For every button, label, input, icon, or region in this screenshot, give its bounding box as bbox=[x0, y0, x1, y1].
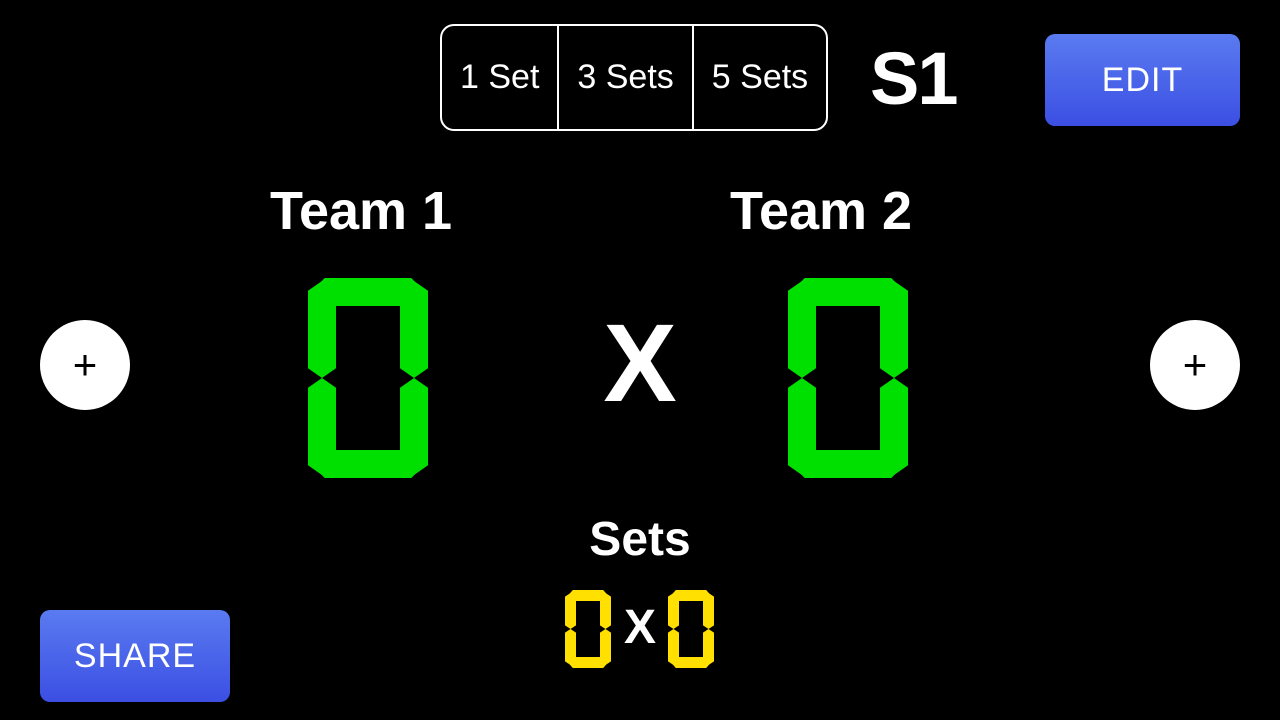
current-set-indicator: S1 bbox=[870, 36, 957, 121]
sets-option-5[interactable]: 5 Sets bbox=[692, 26, 826, 129]
scoreboard-root: { "header": { "set_options": ["1 Set", "… bbox=[0, 0, 1280, 720]
score-separator: X bbox=[0, 300, 1280, 427]
team2-score-digit: 0 bbox=[788, 278, 908, 478]
team2-sets-digit: 0 bbox=[668, 590, 714, 668]
edit-button[interactable]: EDIT bbox=[1045, 34, 1240, 126]
share-button[interactable]: SHARE bbox=[40, 610, 230, 702]
sets-option-1[interactable]: 1 Set bbox=[442, 26, 557, 129]
sets-option-3[interactable]: 3 Sets bbox=[557, 26, 691, 129]
team2-name: Team 2 bbox=[730, 180, 912, 242]
sets-label: Sets bbox=[0, 512, 1280, 567]
team1-name: Team 1 bbox=[270, 180, 452, 242]
sets-selector: 1 Set 3 Sets 5 Sets bbox=[440, 24, 828, 131]
